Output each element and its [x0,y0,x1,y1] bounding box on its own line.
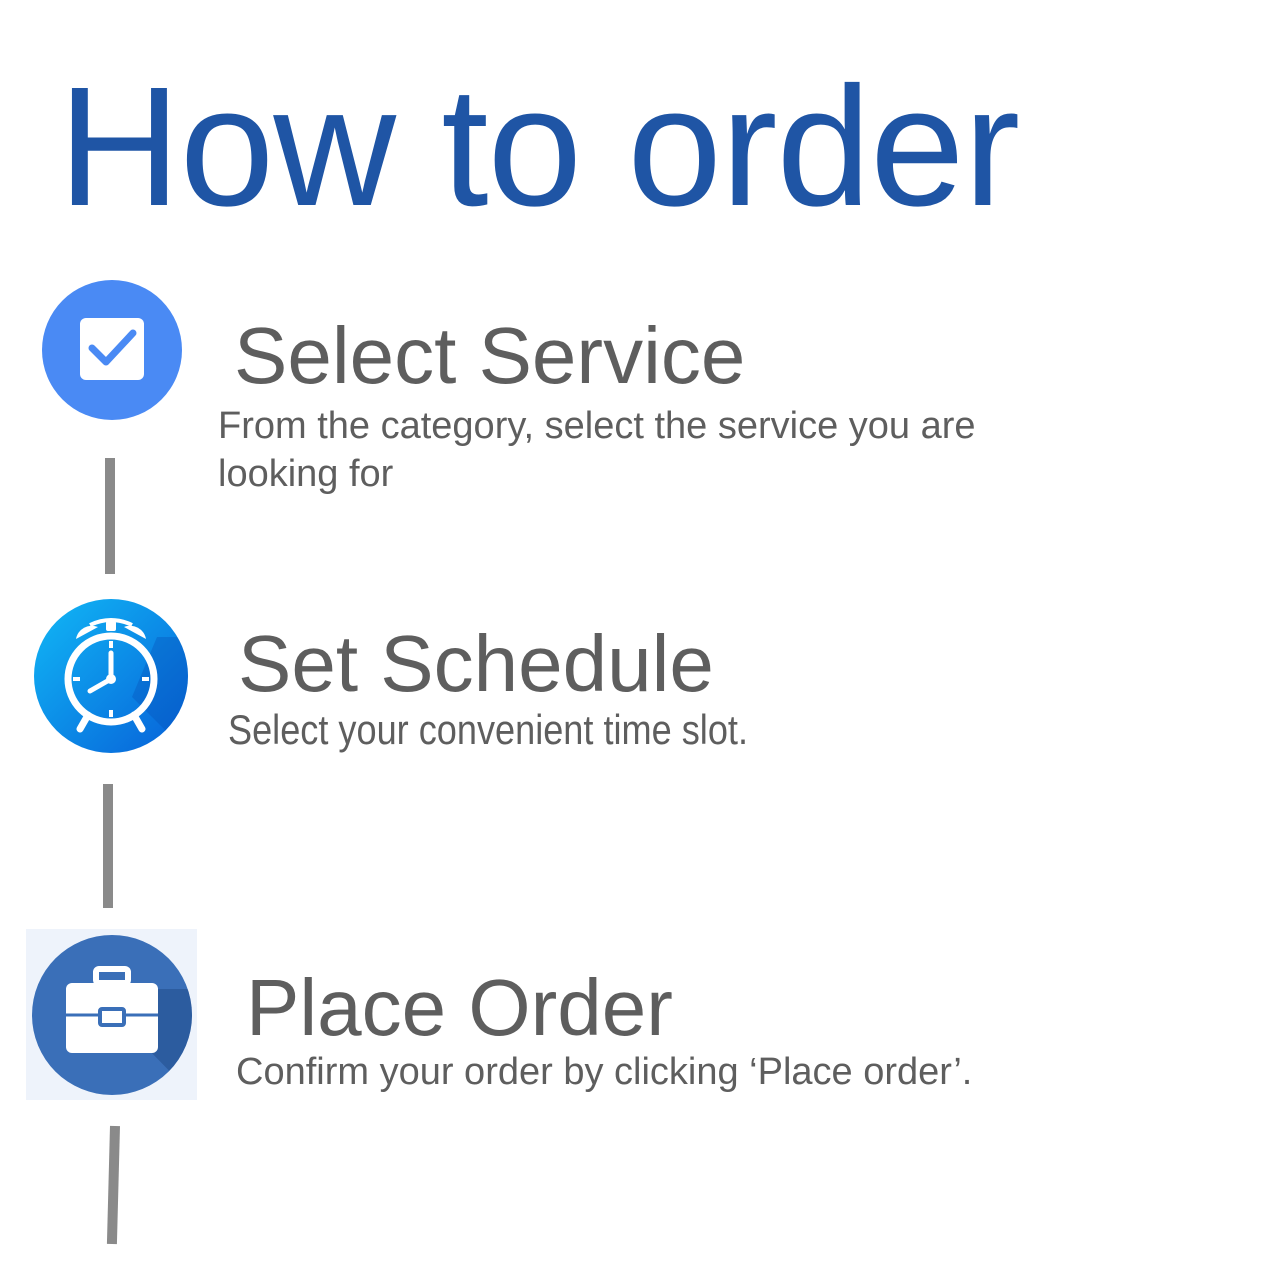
step-connector [106,1125,120,1245]
step-title-place-order: Place Order [246,963,673,1052]
page-title: How to order [58,52,1020,242]
step-connector [105,458,115,574]
step-description-place-order: Confirm your order by clicking ‘Place or… [236,1051,973,1093]
step-title-select-service: Select Service [234,311,746,400]
checkbox-icon [42,280,182,420]
step-description-set-schedule: Select your convenient time slot. [228,706,748,753]
step-connector [103,784,113,908]
how-to-order-page: How to order Select Service From the cat… [0,0,1280,1280]
step-description-select-service: From the category, select the service yo… [218,405,976,495]
step-title-set-schedule: Set Schedule [238,619,714,708]
alarm-clock-icon [34,599,188,753]
briefcase-icon [26,929,197,1100]
